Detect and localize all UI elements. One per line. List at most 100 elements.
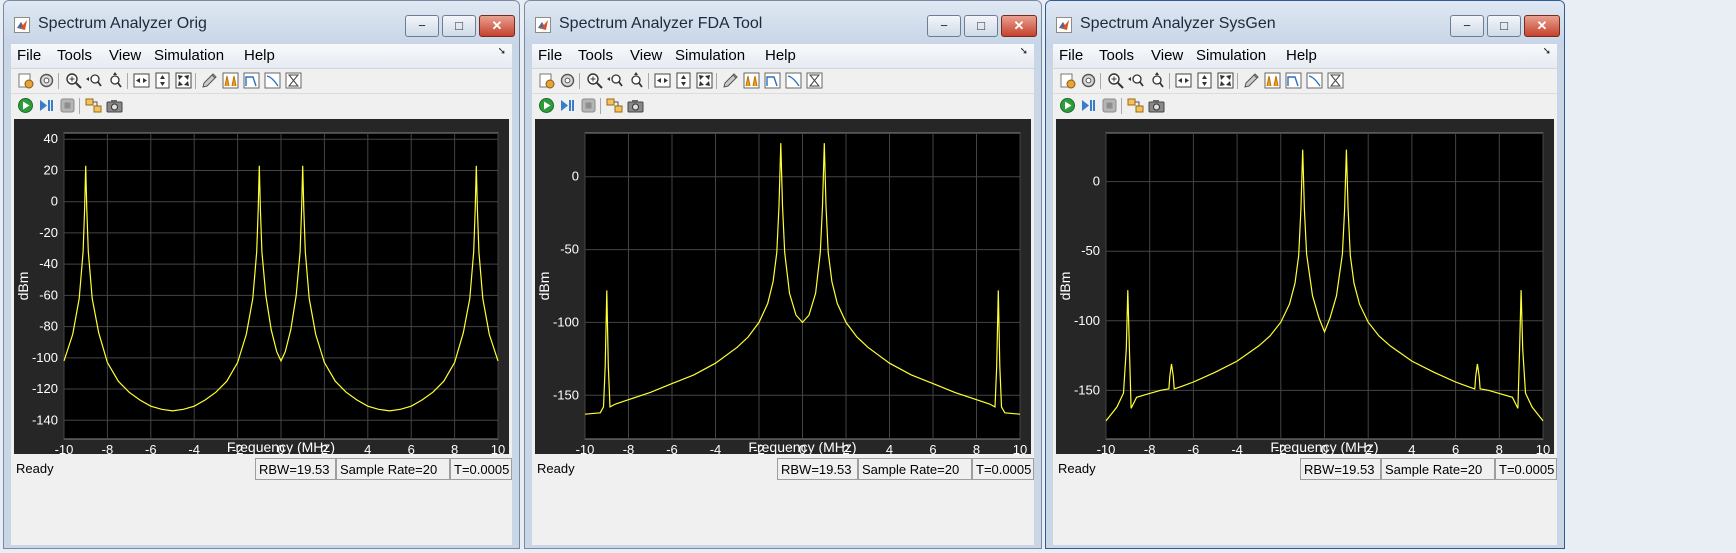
menu-simulation[interactable]: Simulation: [154, 47, 224, 64]
menu-help[interactable]: Help: [244, 47, 275, 64]
menu-help[interactable]: Help: [1286, 47, 1317, 64]
maximize-button[interactable]: □: [442, 15, 476, 37]
config-properties-icon[interactable]: [537, 71, 556, 90]
config-properties-icon[interactable]: [16, 71, 35, 90]
zoom-in-icon[interactable]: [1106, 71, 1125, 90]
snapshot-icon[interactable]: [626, 96, 645, 115]
snapshot-icon[interactable]: [105, 96, 124, 115]
dock-arrow-icon[interactable]: ➘: [498, 46, 506, 57]
menu-file[interactable]: File: [1059, 47, 1083, 64]
filter-icon[interactable]: [763, 71, 782, 90]
style-icon[interactable]: [721, 71, 740, 90]
zoom-x-icon[interactable]: [1127, 71, 1146, 90]
title-bar[interactable]: Spectrum Analyzer FDA Tool − □ ✕: [525, 1, 1041, 47]
y-tick-label: 20: [44, 162, 58, 177]
x-tick-label: -4: [1231, 442, 1243, 454]
scale-xy-icon[interactable]: [1216, 71, 1235, 90]
run-icon[interactable]: [537, 96, 556, 115]
highlight-block-icon[interactable]: [1126, 96, 1145, 115]
spectrum-icon[interactable]: [1263, 71, 1282, 90]
matlab-icon: [535, 17, 551, 33]
title-bar[interactable]: Spectrum Analyzer Orig − □ ✕: [4, 1, 519, 47]
measure-icon[interactable]: [805, 71, 824, 90]
zoom-y-icon[interactable]: [106, 71, 125, 90]
scale-x-icon[interactable]: [653, 71, 672, 90]
menu-simulation[interactable]: Simulation: [675, 47, 745, 64]
zoom-in-icon[interactable]: [64, 71, 83, 90]
menu-simulation[interactable]: Simulation: [1196, 47, 1266, 64]
minimize-button[interactable]: −: [927, 15, 961, 37]
minimize-button[interactable]: −: [1450, 15, 1484, 37]
trace-icon[interactable]: [784, 71, 803, 90]
title-bar[interactable]: Spectrum Analyzer SysGen − □ ✕: [1046, 1, 1564, 47]
minimize-button[interactable]: −: [405, 15, 439, 37]
y-tick-label: -20: [39, 225, 58, 240]
close-button[interactable]: ✕: [479, 15, 515, 37]
status-sample-rate: Sample Rate=20: [1381, 458, 1495, 480]
style-icon[interactable]: [1242, 71, 1261, 90]
zoom-x-icon[interactable]: [85, 71, 104, 90]
dock-arrow-icon[interactable]: ➘: [1020, 46, 1028, 57]
plot-area[interactable]: -10 -8 -6 -4 -2 0 2 4 6 8 10 40 20 0 -20 -40 -60 -80 -100-…: [14, 119, 509, 454]
close-button[interactable]: ✕: [1001, 15, 1037, 37]
menu-tools[interactable]: Tools: [57, 47, 92, 64]
trace-icon[interactable]: [263, 71, 282, 90]
zoom-in-icon[interactable]: [585, 71, 604, 90]
highlight-block-icon[interactable]: [84, 96, 103, 115]
spectrum-icon[interactable]: [742, 71, 761, 90]
x-axis-label: Frequency (MHz): [748, 439, 856, 454]
settings-icon[interactable]: [37, 71, 56, 90]
filter-icon[interactable]: [1284, 71, 1303, 90]
status-bar: Ready RBW=19.53 Sample Rate=20 T=0.0005: [11, 457, 512, 481]
zoom-y-icon[interactable]: [1148, 71, 1167, 90]
menu-view[interactable]: View: [1151, 47, 1183, 64]
maximize-button[interactable]: □: [964, 15, 998, 37]
spectrum-icon[interactable]: [221, 71, 240, 90]
menu-view[interactable]: View: [630, 47, 662, 64]
config-properties-icon[interactable]: [1058, 71, 1077, 90]
scale-y-icon[interactable]: [153, 71, 172, 90]
menu-help[interactable]: Help: [765, 47, 796, 64]
step-forward-icon[interactable]: [1079, 96, 1098, 115]
scale-y-icon[interactable]: [1195, 71, 1214, 90]
snapshot-icon[interactable]: [1147, 96, 1166, 115]
run-icon[interactable]: [16, 96, 35, 115]
highlight-block-icon[interactable]: [605, 96, 624, 115]
zoom-x-icon[interactable]: [606, 71, 625, 90]
measure-icon[interactable]: [284, 71, 303, 90]
status-time: T=0.0005: [450, 458, 512, 480]
plot-area[interactable]: -10 -8 -6 -4 -2 0 2 4 6 8 10 0 -50 -100 -150 Frequency …: [1056, 119, 1554, 454]
close-button[interactable]: ✕: [1524, 15, 1560, 37]
stop-icon[interactable]: [58, 96, 77, 115]
run-icon[interactable]: [1058, 96, 1077, 115]
trace-icon[interactable]: [1305, 71, 1324, 90]
zoom-y-icon[interactable]: [627, 71, 646, 90]
plot-area[interactable]: -10 -8 -6 -4 -2 0 2 4 6 8 10 0 -50 -100 -150 Frequency …: [535, 119, 1031, 454]
menu-file[interactable]: File: [538, 47, 562, 64]
scale-x-icon[interactable]: [1174, 71, 1193, 90]
settings-icon[interactable]: [558, 71, 577, 90]
menu-tools[interactable]: Tools: [578, 47, 613, 64]
settings-icon[interactable]: [1079, 71, 1098, 90]
x-axis-label: Frequency (MHz): [227, 439, 335, 454]
filter-icon[interactable]: [242, 71, 261, 90]
step-forward-icon[interactable]: [37, 96, 56, 115]
scale-xy-icon[interactable]: [695, 71, 714, 90]
measure-icon[interactable]: [1326, 71, 1345, 90]
step-forward-icon[interactable]: [558, 96, 577, 115]
stop-icon[interactable]: [1100, 96, 1119, 115]
menu-file[interactable]: File: [17, 47, 41, 64]
stop-icon[interactable]: [579, 96, 598, 115]
spectrum-chart[interactable]: -10 -8 -6 -4 -2 0 2 4 6 8 100-50-100-150Frequency …: [1056, 119, 1556, 454]
menu-tools[interactable]: Tools: [1099, 47, 1134, 64]
style-icon[interactable]: [200, 71, 219, 90]
menu-view[interactable]: View: [109, 47, 141, 64]
scale-y-icon[interactable]: [674, 71, 693, 90]
scale-xy-icon[interactable]: [174, 71, 193, 90]
scale-x-icon[interactable]: [132, 71, 151, 90]
maximize-button[interactable]: □: [1487, 15, 1521, 37]
spectrum-chart[interactable]: -10 -8 -6 -4 -2 0 2 4 6 8 1040200-20-40-60-80-100-…: [14, 119, 511, 454]
dock-arrow-icon[interactable]: ➘: [1543, 46, 1551, 57]
status-ready: Ready: [16, 461, 54, 476]
spectrum-chart[interactable]: -10 -8 -6 -4 -2 0 2 4 6 8 100-50-100-150Frequency …: [535, 119, 1033, 454]
